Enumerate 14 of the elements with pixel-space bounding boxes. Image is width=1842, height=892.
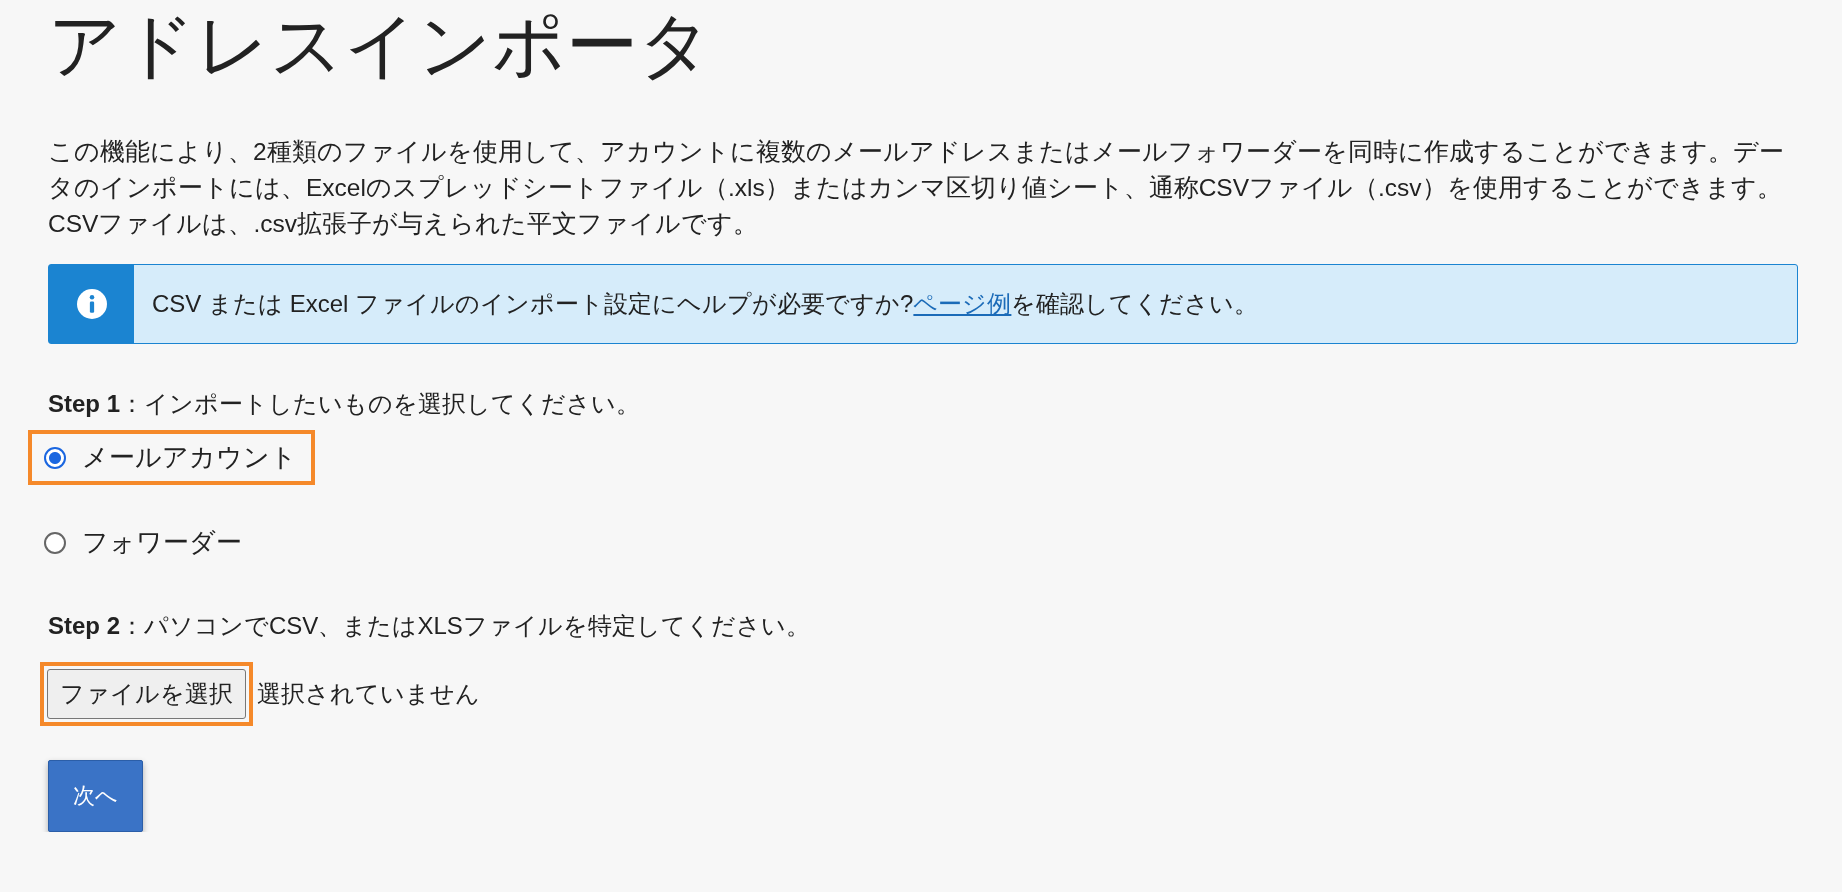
choose-file-button[interactable]: ファイルを選択: [47, 669, 246, 719]
intro-paragraph: この機能により、2種類のファイルを使用して、アカウントに複数のメールアドレスまたはメールフォワーダーを同時に作成することができます。データのインポートには、Excelのスプレッドシートファイル（.xls）またはカンマ区切り値シート、通称CSVファイル（.csv）を使用することができます。CSVファイルは、.csv拡張子が与えられた平文ファイルです。: [48, 137, 1785, 239]
file-status-text: 選択されていません: [257, 679, 480, 709]
alert-text: CSV または Excel ファイルのインポート設定にヘルプが必要ですか?ページ例 を確認してください。: [134, 265, 1259, 343]
option-label: メールアカウント: [82, 441, 297, 474]
next-button[interactable]: 次へ: [48, 760, 143, 832]
step-label: Step 2：パソコンでCSV、またはXLSファイルを特定してください。: [48, 611, 811, 641]
example-page-link[interactable]: ページ例: [913, 288, 1012, 320]
step-label: Step 1：インポートしたいものを選択してください。: [48, 389, 642, 419]
page-title: アドレスインポータ: [48, 4, 713, 87]
option-label: フォワーダー: [82, 526, 242, 559]
info-icon: [76, 289, 107, 319]
radio-button[interactable]: [44, 446, 66, 469]
radio-button[interactable]: [44, 531, 66, 554]
